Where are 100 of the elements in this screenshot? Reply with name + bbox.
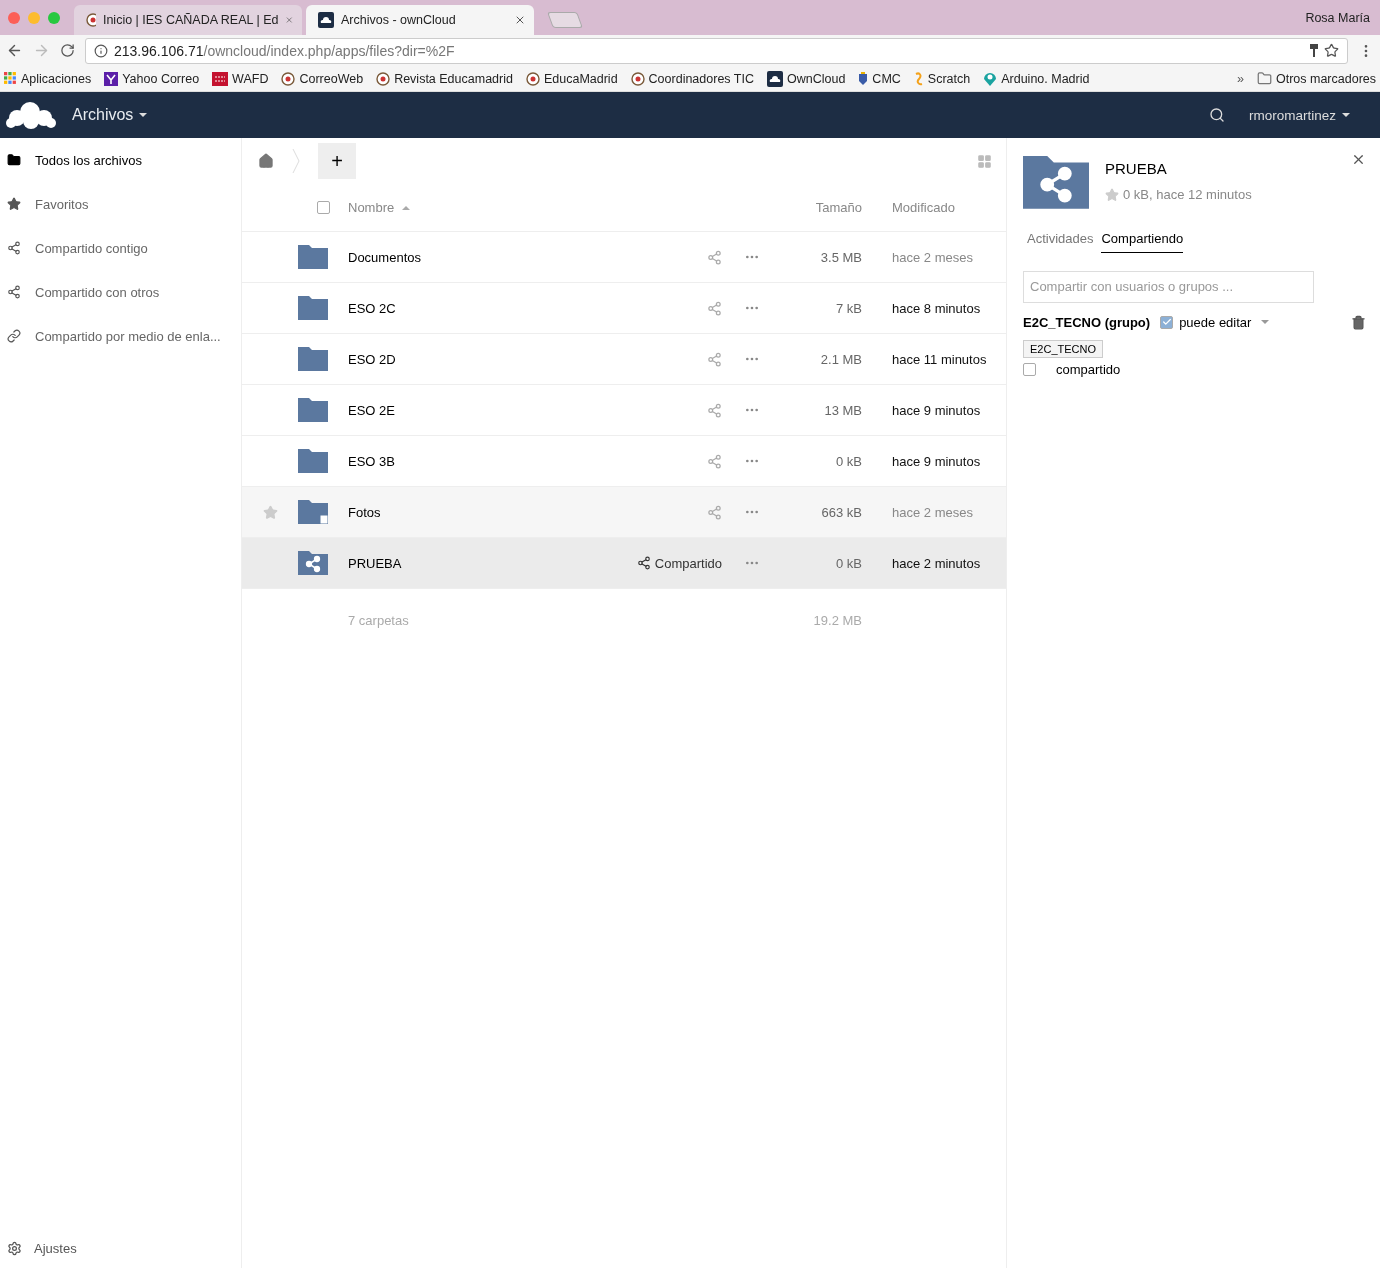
bookmark-link[interactable]: Yahoo Correo [104, 71, 200, 86]
close-window-button[interactable] [8, 11, 20, 24]
shared-folder-icon [1023, 156, 1089, 209]
file-name[interactable]: Documentos [348, 249, 622, 265]
reload-icon[interactable] [60, 43, 75, 58]
sidebar-item[interactable]: Compartido por medio de enla... [0, 314, 241, 358]
link-checkbox[interactable] [1023, 362, 1036, 376]
user-menu-button[interactable]: rmoromartinez [1242, 106, 1356, 124]
grid-icon [4, 72, 17, 85]
cloud-icon [318, 12, 334, 28]
file-size: 13 MB [823, 402, 862, 418]
caret-icon [139, 113, 148, 117]
share-icon[interactable] [707, 453, 722, 469]
size-column-header[interactable]: Tamaño [772, 200, 862, 215]
forward-icon[interactable] [33, 42, 50, 59]
bookmark-link[interactable]: Coordinadores TIC [630, 71, 754, 86]
file-row[interactable]: Fotos 663 kB hace 2 meses [242, 487, 1006, 538]
file-row[interactable]: PRUEBA Compartido 0 kB hace 2 minutos [242, 538, 1006, 589]
file-name[interactable]: ESO 2C [348, 300, 622, 316]
file-size: 663 kB [820, 504, 862, 520]
folder-icon [7, 153, 21, 167]
delete-icon[interactable] [1351, 314, 1366, 330]
profile-name[interactable]: Rosa María [1305, 10, 1380, 25]
bookmark-link[interactable]: OwnCloud [767, 70, 846, 87]
settings-icon [7, 1240, 22, 1256]
share-icon [7, 241, 21, 255]
share-recipient: E2C_TECNO (grupo) [1023, 314, 1151, 330]
address-field[interactable]: 213.96.106.71/owncloud/index.php/apps/files?dir=%2F [85, 37, 1348, 64]
sidebar-item[interactable]: Compartido con otros [0, 270, 241, 314]
search-icon[interactable] [1208, 107, 1225, 123]
favorite-star-icon[interactable] [1105, 187, 1119, 202]
folder-icon [298, 347, 328, 371]
key-icon[interactable] [1310, 44, 1318, 57]
bookmark-link[interactable]: CorreoWeb [281, 71, 364, 86]
caret-icon[interactable] [1261, 320, 1270, 325]
total-size: 19.2 MB [812, 612, 862, 628]
bookmark-link[interactable]: Scratch [913, 71, 971, 86]
grid-view-icon[interactable] [977, 153, 992, 169]
square-icon [212, 71, 229, 86]
bookmark-link[interactable]: Revista Educamadrid [376, 71, 513, 86]
modified-column-header[interactable]: Modificado [862, 200, 1006, 215]
folder-icon [298, 449, 328, 473]
bookmark-link[interactable]: WAFD [212, 71, 269, 86]
star-icon [7, 197, 21, 211]
squiggle-icon [913, 71, 924, 86]
browser-tab[interactable]: Inicio | IES CAÑADA REAL | Ed [74, 5, 302, 35]
share-icon[interactable] [707, 351, 722, 367]
sidebar-item[interactable]: Todos los archivos [0, 138, 241, 182]
pin-icon [983, 71, 998, 86]
new-button[interactable]: + [318, 143, 356, 179]
back-icon[interactable] [6, 42, 23, 59]
file-name[interactable]: ESO 3B [348, 453, 622, 469]
browser-tab[interactable]: Archivos - ownCloud [306, 5, 534, 35]
app-menu-button[interactable]: Archivos [66, 105, 154, 125]
square-icon [104, 71, 119, 86]
cloud-logo[interactable] [6, 101, 56, 129]
bookmark-star-icon[interactable] [1324, 43, 1339, 58]
share-input-field[interactable]: Compartir con usuarios o grupos ... [1023, 270, 1314, 303]
bookmark-link[interactable]: Aplicaciones [4, 71, 92, 86]
external-folder-icon [298, 500, 328, 524]
tooltip: E2C_TECNO [1023, 339, 1104, 358]
permission-label[interactable]: puede editar [1179, 314, 1252, 330]
bookmark-link[interactable]: CMC [858, 71, 901, 86]
new-tab-button[interactable] [547, 12, 583, 28]
details-meta: 0 kB, hace 12 minutos [1123, 187, 1252, 202]
emblem-icon [376, 71, 391, 86]
shield-icon [858, 71, 869, 86]
details-tab[interactable]: Actividades [1027, 230, 1094, 253]
file-modified: hace 9 minutos [891, 402, 982, 418]
share-icon[interactable] [707, 402, 722, 418]
home-icon[interactable] [258, 153, 274, 169]
folder-count: 7 carpetas [348, 612, 410, 628]
sidebar-item[interactable]: Favoritos [0, 182, 241, 226]
more-bookmarks-button[interactable]: » [1237, 71, 1244, 86]
favorite-star-icon[interactable] [262, 504, 278, 520]
bookmark-folder[interactable]: Otros marcadores [1256, 71, 1376, 86]
file-name[interactable]: Fotos [348, 504, 622, 520]
file-name[interactable]: ESO 2D [348, 351, 622, 367]
link-share-label[interactable]: compartido [1056, 361, 1121, 377]
name-column-header[interactable]: Nombre [348, 200, 772, 215]
share-icon[interactable] [707, 249, 722, 265]
select-all-checkbox[interactable] [316, 201, 330, 214]
file-name[interactable]: ESO 2E [348, 402, 622, 418]
details-tab[interactable]: Compartiendo [1101, 230, 1184, 253]
shared-button[interactable]: Compartido [636, 555, 722, 571]
edit-checkbox[interactable] [1160, 315, 1174, 329]
sidebar-item[interactable]: Compartido contigo [0, 226, 241, 270]
close-icon[interactable] [514, 14, 526, 26]
caret-icon [1342, 113, 1350, 117]
bookmark-link[interactable]: Arduino. Madrid [983, 71, 1090, 86]
file-name[interactable]: PRUEBA [348, 555, 622, 571]
file-size: 0 kB [835, 555, 862, 571]
file-modified: hace 2 meses [891, 504, 974, 520]
bookmark-link[interactable]: EducaMadrid [525, 71, 618, 86]
settings-link[interactable]: Ajustes [0, 1228, 241, 1268]
close-button[interactable] [1351, 152, 1366, 167]
shared-folder-icon [298, 551, 328, 575]
share-icon[interactable] [707, 300, 722, 316]
emblem-icon [86, 13, 96, 27]
share-icon[interactable] [707, 504, 722, 520]
